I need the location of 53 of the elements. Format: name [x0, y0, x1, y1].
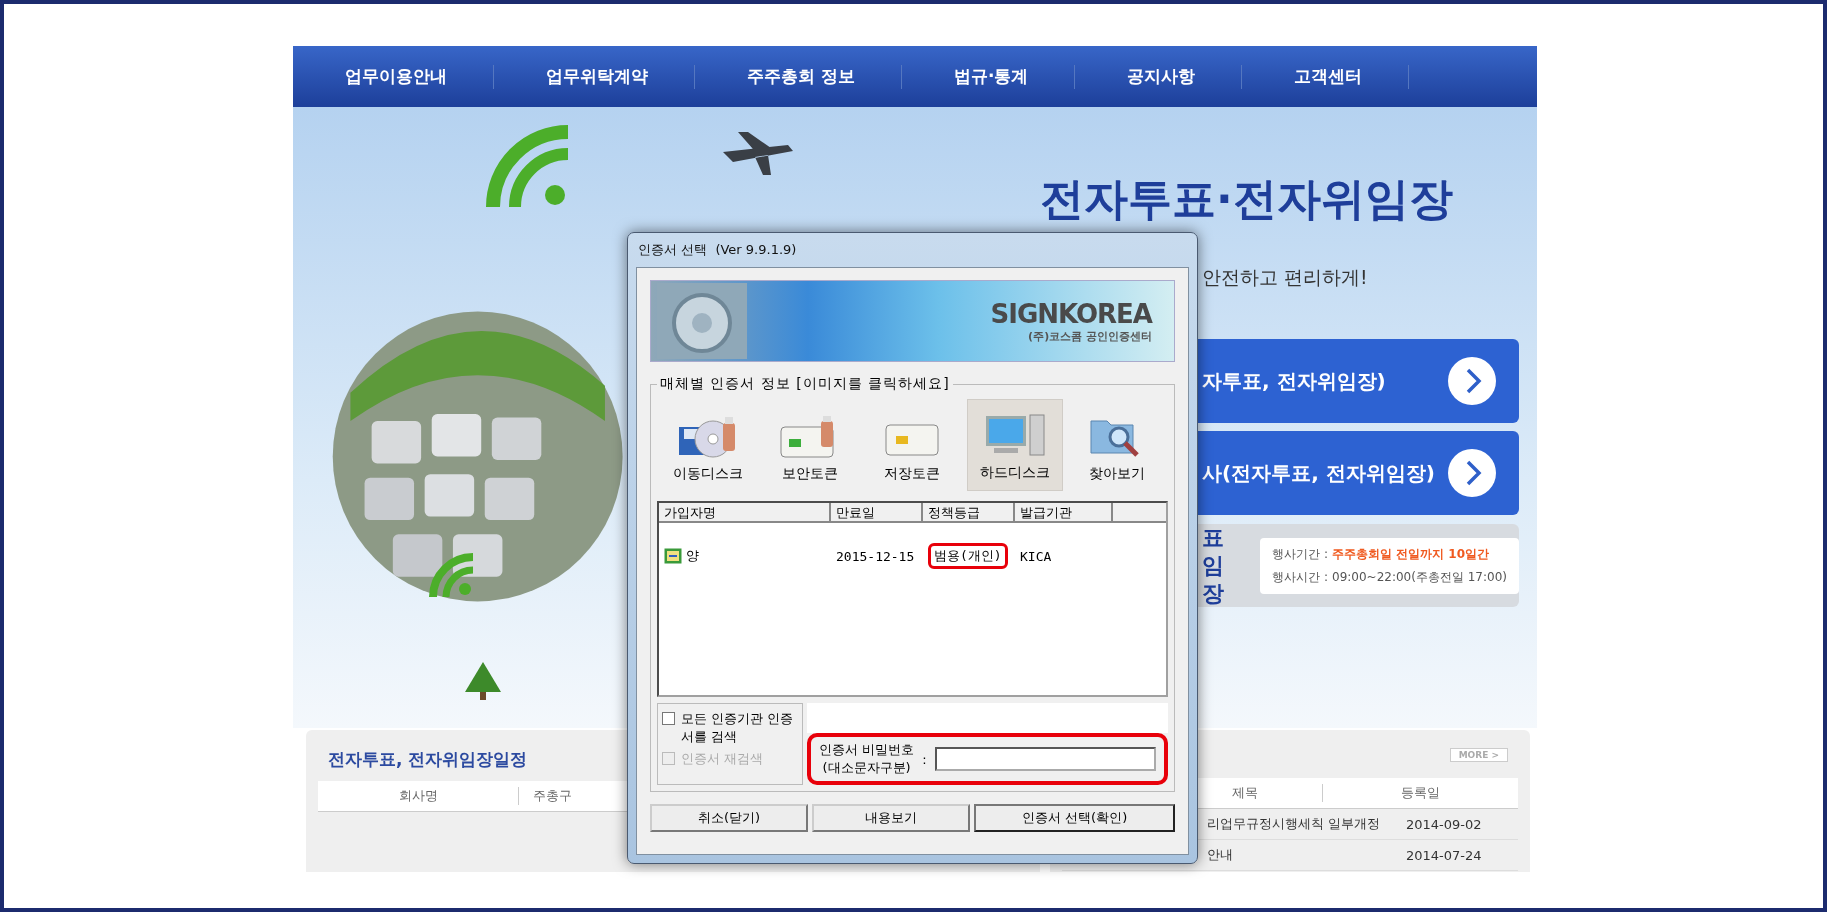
- logo-text: SIGNKOREA: [990, 298, 1152, 329]
- wifi-icon: [486, 125, 569, 208]
- wifi-icon: [429, 553, 474, 598]
- column-header[interactable]: 만료일: [831, 503, 923, 523]
- checkbox-option[interactable]: 모든 인증기관 인증서를 검색: [662, 710, 798, 746]
- column-header[interactable]: 정책등급: [923, 503, 1015, 523]
- certificate-row[interactable]: 양 2015-12-15 범용(개인) KICA: [659, 545, 1166, 567]
- separator-colon: :: [922, 751, 927, 767]
- column-header: 회사명: [318, 787, 519, 805]
- media-button[interactable]: 이동디스크: [660, 399, 757, 491]
- column-header[interactable]: 가입자명: [659, 503, 831, 523]
- nav-link[interactable]: 공지사항: [1075, 65, 1242, 88]
- airplane-icon: [723, 132, 793, 175]
- hero-title: 전자투표·전자위임장: [1040, 173, 1454, 225]
- info-label: 행사시간 :: [1272, 568, 1328, 586]
- certificate-icon: [664, 548, 682, 564]
- panel-title: 전자투표, 전자위임장일정: [328, 748, 528, 771]
- computer-icon: [983, 412, 1046, 458]
- table-cell-text: 2014-09-02: [1406, 816, 1483, 832]
- table-cell: 범용(개인): [928, 543, 1008, 569]
- safe-dial-icon: [657, 283, 747, 359]
- column-header: 제목: [1231, 784, 1259, 802]
- table-cell: 양: [686, 547, 699, 565]
- nav-link[interactable]: 업무위탁계약: [494, 65, 694, 88]
- password-label: 인증서 비밀번호 (대소문자구분): [819, 741, 915, 777]
- password-field[interactable]: [934, 747, 1156, 771]
- info-value: 주주총회일 전일까지 10일간: [1332, 545, 1490, 563]
- column-header: 주총구: [532, 787, 572, 805]
- checkbox[interactable]: [662, 712, 675, 725]
- hero-subtitle: 안전하고 편리하게!: [1202, 265, 1369, 289]
- chevron-right-icon: [1448, 357, 1496, 405]
- table-cell-text: 2015-12-15: [835, 548, 916, 564]
- dialog-button[interactable]: 인증서 선택(확인): [974, 804, 1175, 832]
- media-button[interactable]: 보안토큰: [762, 399, 859, 491]
- dialog-title: 인증서 선택 (Ver 9.9.1.9): [637, 241, 798, 259]
- info-value: 09:00~22:00(주총전일 17:00): [1332, 568, 1507, 586]
- media-button[interactable]: 저장토큰: [864, 399, 961, 491]
- media-button[interactable]: 하드디스크: [966, 399, 1063, 491]
- table-cell-text: KICA: [1019, 548, 1053, 564]
- dialog-button[interactable]: 취소(닫기): [650, 804, 809, 832]
- table-cell-text: 2014-07-24: [1406, 847, 1483, 863]
- info-title: 표 임장: [1202, 523, 1225, 608]
- chevron-right-icon: [1448, 449, 1496, 497]
- info-label: 행사기간 :: [1272, 545, 1328, 563]
- dialog-button[interactable]: 내용보기: [812, 804, 971, 832]
- tree-icon: [465, 662, 501, 700]
- nav-link[interactable]: 법규·통계: [901, 65, 1075, 88]
- column-header[interactable]: 발급기관: [1015, 503, 1113, 523]
- column-header: 등록일: [1322, 784, 1518, 802]
- nav-link[interactable]: 주주총회 정보: [695, 65, 901, 88]
- group-label: 매체별 인증서 정보 [이미지를 클릭하세요]: [657, 375, 953, 393]
- nav-link[interactable]: 고객센터: [1242, 65, 1409, 88]
- nav-link[interactable]: 업무이용안내: [293, 65, 493, 88]
